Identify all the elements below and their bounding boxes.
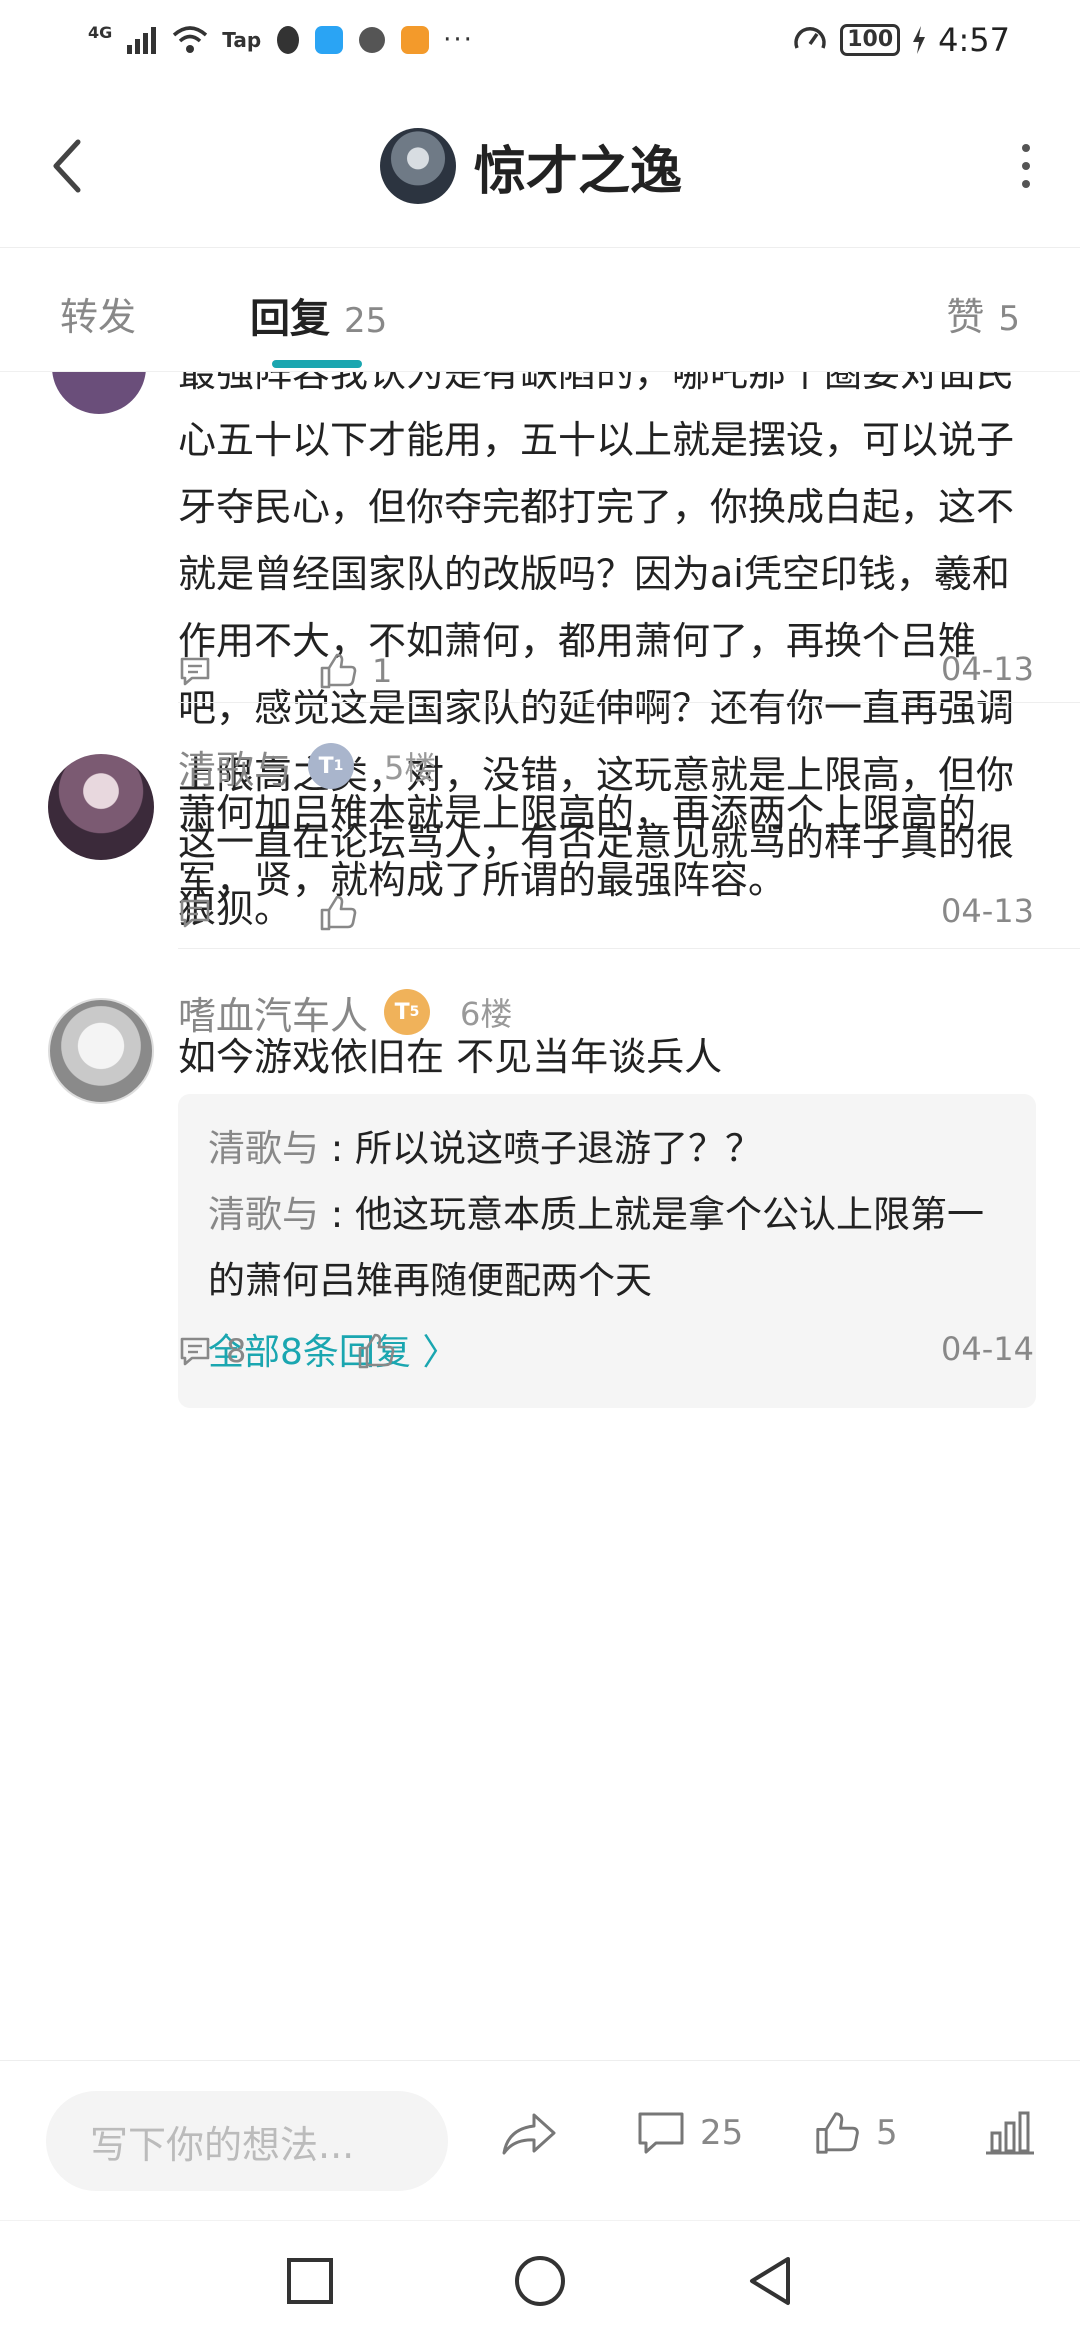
back-nav-icon[interactable] <box>740 2251 800 2311</box>
thumbs-up-icon <box>320 653 357 689</box>
tab-like[interactable]: 赞 5 <box>946 286 1020 341</box>
video-app-icon <box>401 26 430 54</box>
avatar[interactable] <box>48 998 154 1104</box>
more-notifications-icon: ··· <box>443 25 474 55</box>
reply-list[interactable]: 最强阵容我认为是有缺陷的，哪吒那个圈要对面民心五十以下才能用，五十以上就是摆设，… <box>0 372 1080 2060</box>
sub-reply-author[interactable]: 清歌与 <box>208 1127 319 1170</box>
comment-actions: 8 04-14 <box>178 1326 1034 1376</box>
reply-button[interactable] <box>178 888 212 938</box>
network-label: 4G <box>88 22 113 42</box>
tab-reply-label: 回复 <box>250 296 330 342</box>
sub-reply-sep: : <box>319 1193 355 1236</box>
comment-input-placeholder: 写下你的想法... <box>90 2122 355 2167</box>
like-total: 5 <box>876 2113 898 2153</box>
clock: 4:57 <box>938 21 1010 59</box>
bottom-action-bar: 写下你的想法... 25 5 <box>0 2060 1080 2220</box>
comment-count: 8 <box>226 1332 247 1370</box>
status-bar: 4G Tap ··· 100 4:57 <box>0 0 1080 84</box>
recent-apps-icon[interactable] <box>280 2251 340 2311</box>
ball-app-icon <box>359 27 386 53</box>
comment-icon <box>180 1337 210 1366</box>
comment-actions: 04-13 <box>178 888 1034 938</box>
status-right: 100 4:57 <box>792 18 1010 62</box>
system-navigation-bar <box>0 2220 1080 2340</box>
comment-icon <box>180 657 210 686</box>
title-group[interactable]: 惊才之逸 <box>380 124 682 208</box>
tab-reply[interactable]: 回复 25 <box>250 286 387 344</box>
avatar[interactable] <box>52 372 146 414</box>
comment-button[interactable]: 25 <box>636 2103 743 2163</box>
active-tab-indicator <box>272 360 362 368</box>
tab-reply-count: 25 <box>344 301 388 341</box>
reply-button[interactable] <box>178 646 212 696</box>
like-button[interactable]: 5 <box>812 2103 898 2163</box>
sub-reply-text: 所以说这喷子退游了？？ <box>355 1127 762 1170</box>
comment-input[interactable]: 写下你的想法... <box>46 2091 448 2191</box>
comment-date: 04-13 <box>941 650 1034 688</box>
wifi-icon <box>173 26 208 53</box>
page-title: 惊才之逸 <box>474 141 683 202</box>
sub-reply[interactable]: 清歌与 : 他这玩意本质上就是拿个公认上限第一的萧何吕雉再随便配两个天 <box>208 1182 1006 1314</box>
bar-chart-icon <box>986 2111 1034 2155</box>
reply-button[interactable]: 8 <box>178 1326 246 1376</box>
search-app-icon <box>315 26 344 54</box>
share-icon <box>502 2113 556 2155</box>
home-icon[interactable] <box>510 2251 570 2311</box>
battery-indicator: 100 <box>840 24 901 56</box>
more-menu-icon[interactable] <box>1016 144 1036 188</box>
sub-reply[interactable]: 清歌与 : 所以说这喷子退游了？？ <box>208 1116 1006 1182</box>
comment-actions: 1 04-13 <box>178 646 1034 696</box>
author-avatar[interactable] <box>380 128 456 204</box>
signal-icon <box>127 27 157 54</box>
comment-total: 25 <box>700 2113 744 2153</box>
comment-date: 04-13 <box>941 892 1034 930</box>
like-button[interactable]: 1 <box>318 646 392 696</box>
tab-repost-label: 转发 <box>60 295 137 339</box>
charging-icon <box>913 26 926 54</box>
thumbs-up-icon <box>358 1333 395 1369</box>
thumbs-up-icon <box>816 2112 859 2154</box>
stats-button[interactable] <box>984 2103 1036 2163</box>
comment-icon <box>180 899 210 928</box>
share-button[interactable] <box>500 2103 558 2163</box>
tab-repost[interactable]: 转发 <box>60 286 136 341</box>
top-bar: 惊才之逸 <box>0 84 1080 248</box>
like-button[interactable] <box>318 888 358 938</box>
divider <box>178 702 1080 703</box>
avatar[interactable] <box>48 754 154 860</box>
status-left: 4G Tap ··· <box>88 18 474 62</box>
comment-text: 如今游戏依旧在 不见当年谈兵人 <box>178 1035 723 1079</box>
thumbs-up-icon <box>320 895 357 931</box>
comment-date: 04-14 <box>941 1330 1034 1368</box>
back-icon[interactable] <box>48 136 88 196</box>
penguin-icon <box>277 26 300 54</box>
tap-icon: Tap <box>222 28 262 52</box>
sub-reply-author[interactable]: 清歌与 <box>208 1193 319 1236</box>
tab-like-label: 赞 <box>946 295 985 339</box>
divider <box>178 948 1080 949</box>
tab-like-count: 5 <box>998 299 1020 339</box>
tab-bar: 转发 回复 25 赞 5 <box>0 248 1080 372</box>
like-count: 1 <box>372 652 393 690</box>
like-button[interactable] <box>356 1326 396 1376</box>
speed-icon <box>794 27 826 49</box>
sub-reply-sep: : <box>319 1127 355 1170</box>
comment-icon <box>638 2112 684 2154</box>
